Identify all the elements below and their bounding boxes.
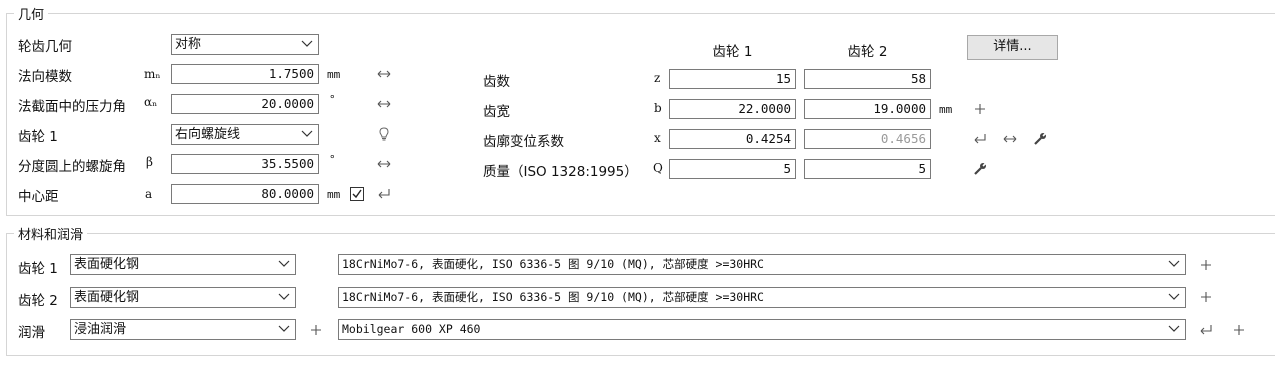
helix-angle-input[interactable]: 35.5500 xyxy=(171,154,319,174)
chevron-down-icon xyxy=(1168,260,1180,267)
material-gear1-spec-select[interactable]: 18CrNiMo7-6, 表面硬化, ISO 6336-5 图 9/10 (MQ… xyxy=(338,254,1186,275)
tooth-geometry-label: 轮齿几何 xyxy=(18,39,72,55)
helix-angle-label: 分度圆上的螺旋角 xyxy=(18,159,126,175)
material-gear2-type-select[interactable]: 表面硬化钢 xyxy=(70,287,296,308)
face-width-symbol: b xyxy=(654,101,662,115)
face-width-gear1-input[interactable]: 22.0000 xyxy=(669,99,796,119)
gear1-helix-value: 右向螺旋线 xyxy=(175,127,241,142)
return-arrow-icon[interactable] xyxy=(376,186,392,202)
quality-gear1-input[interactable]: 5 xyxy=(669,159,796,179)
wrench-icon[interactable] xyxy=(972,161,988,177)
center-distance-checkbox[interactable] xyxy=(350,187,364,201)
normal-module-symbol: mₙ xyxy=(144,67,161,81)
lubrication-type-value: 浸油润滑 xyxy=(74,322,127,337)
lubricant-select[interactable]: Mobilgear 600 XP 460 xyxy=(338,319,1186,340)
plus-icon[interactable] xyxy=(308,322,324,338)
chevron-down-icon xyxy=(278,260,290,267)
center-distance-label: 中心距 xyxy=(18,189,59,205)
chevron-down-icon xyxy=(278,325,290,332)
tooth-geometry-value: 对称 xyxy=(175,37,202,52)
geometry-group-title: 几何 xyxy=(14,4,49,23)
return-arrow-icon[interactable] xyxy=(972,131,988,147)
material-gear2-label: 齿轮 2 xyxy=(18,293,58,309)
normal-module-unit: mm xyxy=(327,68,341,81)
center-distance-unit: mm xyxy=(327,188,341,201)
material-gear2-spec-value: 18CrNiMo7-6, 表面硬化, ISO 6336-5 图 9/10 (MQ… xyxy=(342,290,764,304)
face-width-gear2-input[interactable]: 19.0000 xyxy=(804,99,931,119)
chevron-down-icon xyxy=(301,40,313,47)
double-arrow-icon[interactable] xyxy=(376,96,392,112)
double-arrow-icon[interactable] xyxy=(376,156,392,172)
face-width-unit: mm xyxy=(939,103,953,116)
profile-shift-symbol: x xyxy=(654,131,661,145)
chevron-down-icon xyxy=(278,293,290,300)
lightbulb-icon[interactable] xyxy=(376,126,392,142)
helix-angle-unit: ° xyxy=(329,153,336,166)
teeth-symbol: z xyxy=(654,71,661,85)
lubricant-value: Mobilgear 600 XP 460 xyxy=(342,322,481,336)
teeth-gear1-input[interactable]: 15 xyxy=(669,69,796,89)
profile-shift-label: 齿廓变位系数 xyxy=(483,134,564,150)
pressure-angle-unit: ° xyxy=(329,93,336,106)
plus-icon[interactable] xyxy=(1198,289,1214,305)
material-gear2-spec-select[interactable]: 18CrNiMo7-6, 表面硬化, ISO 6336-5 图 9/10 (MQ… xyxy=(338,287,1186,308)
plus-icon[interactable] xyxy=(1231,322,1247,338)
gear1-helix-select[interactable]: 右向螺旋线 xyxy=(171,124,319,145)
material-gear1-type-select[interactable]: 表面硬化钢 xyxy=(70,254,296,275)
material-gear2-type-value: 表面硬化钢 xyxy=(74,290,140,305)
pressure-angle-label: 法截面中的压力角 xyxy=(18,99,126,115)
face-width-label: 齿宽 xyxy=(483,104,510,120)
pressure-angle-input[interactable]: 20.0000 xyxy=(171,94,319,114)
material-gear1-type-value: 表面硬化钢 xyxy=(74,257,140,272)
double-arrow-icon[interactable] xyxy=(1002,131,1018,147)
chevron-down-icon xyxy=(1168,293,1180,300)
chevron-down-icon xyxy=(301,130,313,137)
wrench-icon[interactable] xyxy=(1032,131,1048,147)
center-distance-symbol: a xyxy=(145,187,153,201)
chevron-down-icon xyxy=(1168,325,1180,332)
teeth-label: 齿数 xyxy=(483,74,510,90)
plus-icon[interactable] xyxy=(972,101,988,117)
quality-label: 质量（ISO 1328:1995） xyxy=(483,164,638,180)
gear1-column-header: 齿轮 1 xyxy=(712,44,753,60)
gear1-helix-label: 齿轮 1 xyxy=(18,129,58,145)
double-arrow-icon[interactable] xyxy=(376,66,392,82)
material-gear1-spec-value: 18CrNiMo7-6, 表面硬化, ISO 6336-5 图 9/10 (MQ… xyxy=(342,257,764,271)
center-distance-input[interactable]: 80.0000 xyxy=(171,184,319,204)
lubrication-type-select[interactable]: 浸油润滑 xyxy=(70,319,296,340)
quality-symbol: Q xyxy=(653,161,663,175)
helix-angle-symbol: β xyxy=(146,155,153,169)
normal-module-input[interactable]: 1.7500 xyxy=(171,64,319,84)
profile-shift-gear2-input: 0.4656 xyxy=(804,129,931,149)
checkmark-icon xyxy=(352,189,362,199)
materials-group-title: 材料和润滑 xyxy=(14,224,88,243)
gear2-column-header: 齿轮 2 xyxy=(847,44,888,60)
plus-icon[interactable] xyxy=(1198,257,1214,273)
material-gear1-label: 齿轮 1 xyxy=(18,261,58,277)
normal-module-label: 法向模数 xyxy=(18,69,72,85)
pressure-angle-symbol: αₙ xyxy=(144,95,158,109)
quality-gear2-input[interactable]: 5 xyxy=(804,159,931,179)
lubrication-label: 润滑 xyxy=(18,325,45,341)
teeth-gear2-input[interactable]: 58 xyxy=(804,69,931,89)
tooth-geometry-select[interactable]: 对称 xyxy=(171,34,319,55)
profile-shift-gear1-input[interactable]: 0.4254 xyxy=(669,129,796,149)
return-arrow-icon[interactable] xyxy=(1198,322,1214,338)
details-button[interactable]: 详情... xyxy=(967,35,1058,60)
